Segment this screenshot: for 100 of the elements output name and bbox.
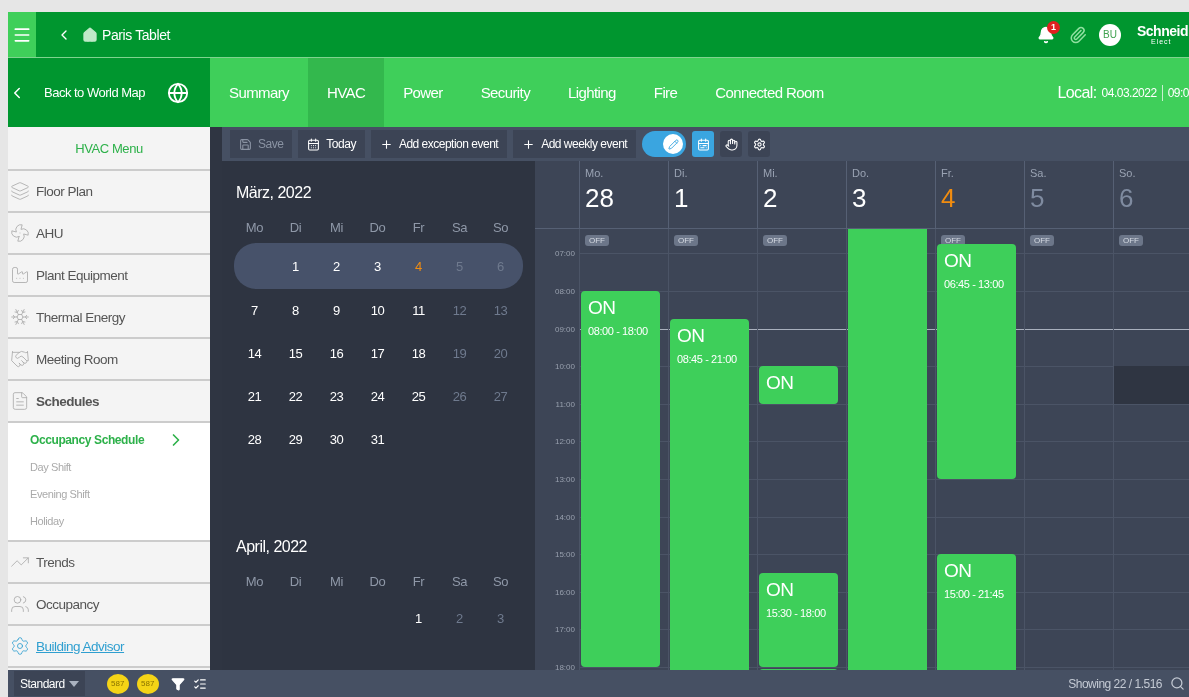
site-title: Paris Tablet	[102, 26, 171, 43]
calendar-day[interactable]: 21	[234, 389, 275, 404]
weekday-label: Di	[288, 573, 303, 589]
weekday-label: Mi.	[763, 167, 779, 179]
event-state: ON	[677, 325, 706, 348]
day-date: 28	[585, 183, 615, 214]
calendar-day[interactable]: 14	[234, 346, 275, 361]
hour-label: 15:00	[554, 549, 575, 559]
fan-icon	[10, 223, 30, 243]
event-state: ON	[766, 579, 795, 602]
calendar-day[interactable]: 25	[398, 389, 439, 404]
back-label: Back to World Map	[44, 85, 146, 100]
handshake-icon	[10, 349, 30, 369]
edit-toggle[interactable]	[642, 131, 687, 157]
calendar-day[interactable]: 7	[234, 303, 275, 318]
off-badge: OFF	[763, 235, 787, 246]
count-badge[interactable]: 587	[106, 673, 129, 694]
view-select[interactable]: Standard	[14, 671, 85, 696]
day-date: 5	[1030, 183, 1046, 214]
calendar-day[interactable]: 3	[357, 258, 398, 274]
toolbar-button[interactable]: Today	[298, 130, 365, 158]
hour-label: 08:00	[554, 286, 575, 296]
weekday-label: Sa	[450, 219, 469, 235]
hour-label: 12:00	[554, 436, 575, 446]
day-date: 2	[763, 183, 779, 214]
gear-icon	[10, 636, 30, 656]
weekday-label: So.	[1119, 167, 1137, 179]
filter-icon[interactable]	[170, 676, 185, 691]
calendar-day[interactable]: 11	[398, 303, 439, 318]
view-button[interactable]	[720, 131, 743, 157]
document-icon	[10, 391, 30, 411]
calendar-day[interactable]: 15	[275, 346, 316, 361]
sidebar-label: Floor Plan	[36, 183, 93, 199]
save-icon	[239, 137, 252, 151]
calendar-day[interactable]: 1	[275, 258, 316, 274]
gear-icon	[752, 137, 766, 151]
count-badge[interactable]: 587	[136, 673, 159, 694]
weekday-label: Mo	[244, 573, 265, 589]
day-date: 1	[674, 183, 690, 214]
event-time: 08:45 - 21:00	[677, 353, 738, 366]
day-date: 6	[1119, 183, 1135, 214]
event-state: ON	[944, 250, 973, 273]
hour-label: 18:00	[554, 662, 575, 670]
month-title: März, 2022	[235, 183, 313, 203]
calendar-day[interactable]: 9	[316, 303, 357, 318]
local-label: Local:	[1057, 83, 1097, 102]
calendar-day[interactable]: 31	[357, 432, 398, 447]
weekday-label: Fr.	[941, 167, 955, 179]
notification-badge: 1	[1047, 20, 1060, 34]
back-to-map-button[interactable]: Back to World Map	[8, 58, 210, 127]
user-avatar[interactable]: BU	[1099, 23, 1121, 46]
globe-icon	[167, 81, 190, 104]
view-button[interactable]	[748, 131, 771, 157]
month-title: April, 2022	[235, 537, 308, 557]
calendar-day[interactable]: 28	[234, 432, 275, 447]
sidebar-label: Meeting Room	[36, 351, 118, 367]
calendar-icon	[696, 137, 710, 151]
weekday-label: Di	[288, 219, 303, 235]
hour-label: 07:00	[554, 248, 575, 258]
calendar-day[interactable]: 22	[275, 389, 316, 404]
toolbar-button[interactable]: Add exception event	[370, 130, 508, 158]
bell-icon[interactable]	[1037, 25, 1055, 44]
calendar-day[interactable]: 24	[357, 389, 398, 404]
sidebar-label: Plant Equipment	[36, 267, 128, 283]
checklist-icon[interactable]	[192, 676, 207, 691]
logo-text: Schneid	[1137, 24, 1189, 38]
layers-icon	[10, 181, 30, 201]
paperclip-icon[interactable]	[1069, 25, 1087, 44]
local-time: 09:0	[1167, 85, 1189, 100]
weekday-label: So	[491, 219, 510, 235]
weekday-label: Do	[368, 219, 387, 235]
calendar-day[interactable]: 18	[398, 346, 439, 361]
weekday-label: Do.	[852, 167, 871, 179]
sidebar-label: Schedules	[36, 393, 100, 409]
calendar-day[interactable]: 8	[275, 303, 316, 318]
calendar-day[interactable]: 29	[275, 432, 316, 447]
hour-label: 09:00	[554, 324, 575, 334]
home-icon	[82, 26, 98, 43]
calendar-day[interactable]: 30	[316, 432, 357, 447]
calendar-day[interactable]: 16	[316, 346, 357, 361]
weekday-label: Di.	[674, 167, 689, 179]
calendar-day[interactable]: 17	[357, 346, 398, 361]
event-time: 06:45 - 13:00	[944, 278, 1005, 291]
hour-label: 10:00	[554, 361, 575, 371]
event-time: 15:00 - 21:45	[944, 588, 1005, 601]
hour-label: 11:00	[555, 399, 575, 409]
toolbar-button[interactable]: Add weekly event	[513, 130, 637, 158]
view-button[interactable]	[692, 131, 715, 157]
day-date: 3	[852, 183, 868, 214]
calendar-day[interactable]: 1	[398, 611, 439, 626]
factory-icon	[10, 265, 30, 285]
search-icon[interactable]	[1170, 676, 1185, 691]
calendar-day[interactable]: 10	[357, 303, 398, 318]
weekday-label: Fr	[411, 219, 426, 235]
weekday-label: Mo	[244, 219, 265, 235]
calendar-day[interactable]: 2	[316, 258, 357, 274]
weekday-label: Sa	[450, 573, 469, 589]
event-time: 08:00 - 18:00	[588, 325, 649, 338]
calendar-day[interactable]: 23	[316, 389, 357, 404]
calendar-icon	[307, 137, 321, 151]
